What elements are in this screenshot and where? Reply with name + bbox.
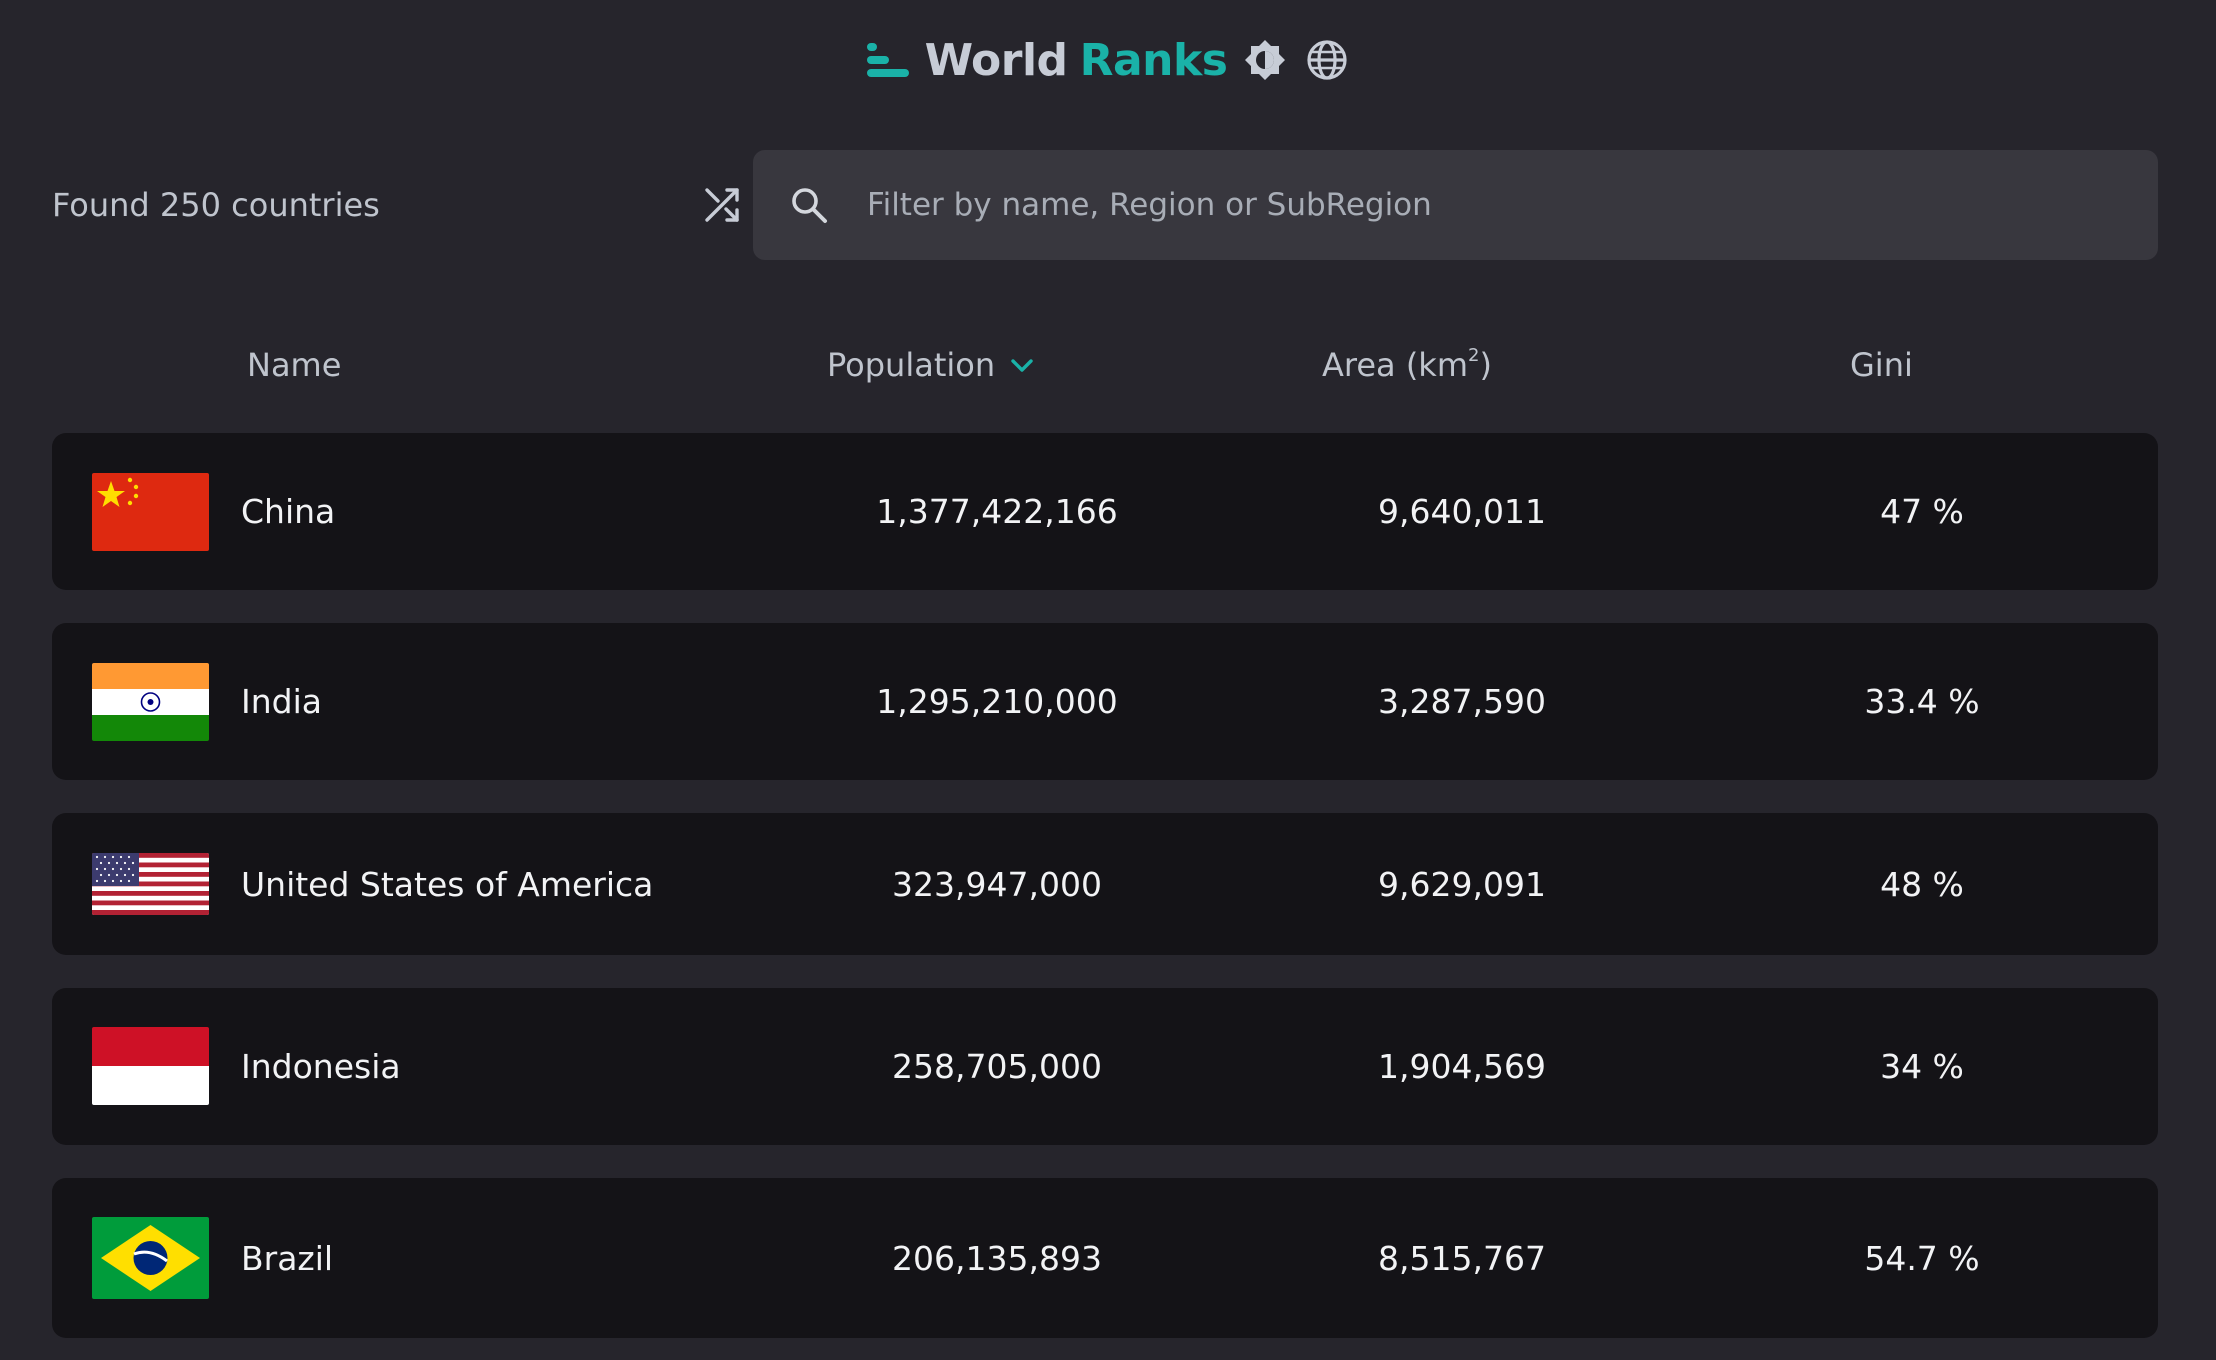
table-row[interactable]: China 1,377,422,166 9,640,011 47 % <box>52 433 2158 590</box>
country-gini: 48 % <box>1880 864 1964 904</box>
table-row[interactable]: Indonesia 258,705,000 1,904,569 34 % <box>52 988 2158 1145</box>
bar-chart-logo-icon <box>865 41 911 79</box>
country-gini: 33.4 % <box>1864 682 1980 721</box>
country-population: 1,377,422,166 <box>876 492 1118 531</box>
app-title-ranks: Ranks <box>1079 34 1228 86</box>
table-row[interactable]: India 1,295,210,000 3,287,590 33.4 % <box>52 623 2158 780</box>
search-box[interactable] <box>753 150 2158 260</box>
column-header-gini-label: Gini <box>1850 346 1913 384</box>
country-area: 1,904,569 <box>1378 1047 1546 1086</box>
app-title-world: World <box>924 34 1068 86</box>
search-input[interactable] <box>865 150 2158 260</box>
country-population: 1,295,210,000 <box>876 682 1118 721</box>
country-name: China <box>241 492 336 531</box>
china-flag <box>92 473 209 551</box>
column-header-area-label: Area (km <box>1322 346 1468 384</box>
india-flag <box>92 663 209 741</box>
column-header-area-sup: 2 <box>1468 344 1480 366</box>
search-icon <box>789 185 829 225</box>
indonesia-flag <box>92 1027 209 1105</box>
column-header-area-close: ) <box>1479 346 1492 384</box>
globe-icon <box>1307 40 1348 80</box>
app-title: World Ranks <box>925 35 1228 86</box>
column-header-name-label: Name <box>247 346 342 384</box>
country-gini: 47 % <box>1880 492 1964 531</box>
country-area: 3,287,590 <box>1378 682 1546 721</box>
country-population: 258,705,000 <box>892 1047 1102 1086</box>
language-button[interactable] <box>1303 36 1351 84</box>
column-header-population-label: Population <box>827 346 996 384</box>
theme-toggle-button[interactable] <box>1241 36 1289 84</box>
results-count: Found 250 countries <box>52 186 380 224</box>
column-header-name[interactable]: Name <box>247 340 341 390</box>
shuffle-button[interactable] <box>696 179 748 231</box>
table-header: Name Population Area (km 2 ) Gini <box>52 340 2158 390</box>
country-area: 9,629,091 <box>1378 864 1546 904</box>
country-population: 206,135,893 <box>892 1238 1102 1278</box>
column-header-gini[interactable]: Gini <box>1850 340 1913 390</box>
country-population: 323,947,000 <box>892 864 1102 904</box>
table-row[interactable]: United States of America 323,947,000 9,6… <box>52 813 2158 955</box>
usa-flag <box>92 853 209 915</box>
table-row[interactable]: Brazil 206,135,893 8,515,767 54.7 % <box>52 1178 2158 1338</box>
country-name: Indonesia <box>241 1047 401 1086</box>
country-gini: 34 % <box>1880 1047 1964 1086</box>
app-header: World Ranks <box>0 30 2216 90</box>
country-area: 8,515,767 <box>1378 1238 1546 1278</box>
brightness-icon <box>1245 40 1286 80</box>
country-area: 9,640,011 <box>1378 492 1546 531</box>
country-name: India <box>241 682 322 721</box>
brazil-flag <box>92 1217 209 1299</box>
country-gini: 54.7 % <box>1864 1238 1980 1278</box>
toolbar: Found 250 countries <box>52 150 2158 260</box>
chevron-down-icon <box>1011 359 1033 372</box>
column-header-population[interactable]: Population <box>827 340 1035 390</box>
country-name: Brazil <box>241 1238 334 1278</box>
shuffle-icon <box>705 188 739 222</box>
column-header-area[interactable]: Area (km 2 ) <box>1322 340 1492 390</box>
country-name: United States of America <box>241 864 654 904</box>
